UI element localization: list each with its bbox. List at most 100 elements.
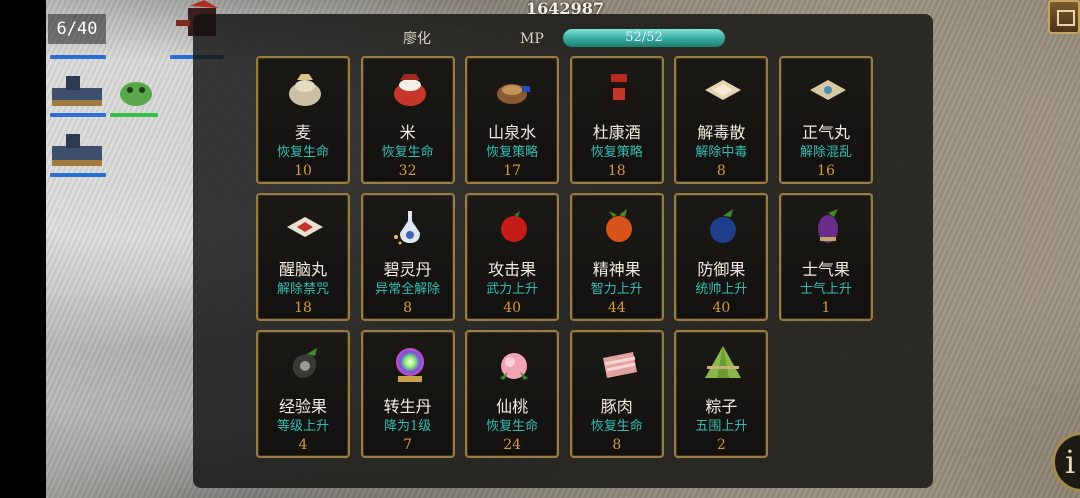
cavalry-hp-bar — [50, 113, 106, 117]
item-name: 杜康酒 — [592, 123, 641, 142]
item-effect: 武力上升 — [486, 282, 539, 297]
item-name: 正气丸 — [801, 123, 850, 142]
item-effect: 统帅上升 — [695, 282, 748, 297]
item-card[interactable]: 精神果智力上升 44 — [569, 193, 664, 321]
wine-jar-icon — [599, 70, 639, 110]
purple-fruit-icon — [808, 207, 848, 247]
item-effect: 五围上升 — [695, 419, 748, 434]
item-effect: 士气上升 — [799, 282, 852, 297]
system-menu-icon[interactable] — [1048, 0, 1080, 34]
item-card[interactable]: 醒脑丸解除禁咒 18 — [256, 193, 350, 321]
item-card[interactable]: 仙桃恢复生命 24 — [465, 330, 560, 458]
item-quantity: 40 — [503, 300, 522, 316]
ally-unit-sprite[interactable] — [48, 128, 106, 170]
item-effect: 解除禁咒 — [276, 282, 329, 297]
item-card[interactable]: 士气果士气上升 1 — [778, 193, 873, 321]
pill-packet-icon — [808, 70, 848, 110]
item-quantity: 8 — [716, 163, 726, 179]
mp-bar: 52/52 — [563, 29, 725, 47]
item-effect: 恢复生命 — [381, 145, 434, 160]
item-quantity: 18 — [607, 163, 626, 179]
item-name: 豚肉 — [600, 397, 633, 416]
item-card[interactable]: 麦恢复生命 10 — [256, 56, 350, 184]
unit-hp-bar — [50, 55, 106, 59]
item-quantity: 32 — [398, 163, 417, 179]
item-card[interactable]: 豚肉恢复生命 8 — [569, 330, 664, 458]
powder-packet-icon — [703, 70, 743, 110]
item-name: 米 — [399, 123, 416, 142]
item-name: 碧灵丹 — [383, 260, 432, 279]
item-quantity: 2 — [716, 437, 726, 453]
item-effect: 恢复策略 — [590, 145, 643, 160]
mp-label: MP — [520, 31, 544, 47]
item-quantity: 24 — [503, 437, 522, 453]
item-quantity: 8 — [612, 437, 622, 453]
item-quantity: 17 — [503, 163, 522, 179]
item-effect: 恢复策略 — [486, 145, 539, 160]
character-name: 廖化 — [403, 31, 431, 47]
item-name: 粽子 — [705, 397, 738, 416]
item-card[interactable]: 碧灵丹异常全解除 8 — [360, 193, 455, 321]
item-effect: 恢复生命 — [486, 419, 539, 434]
rice-dumpling-icon — [703, 344, 743, 384]
item-card[interactable]: 米恢复生命 32 — [360, 56, 455, 184]
item-name: 麦 — [294, 123, 311, 142]
item-quantity: 1 — [821, 300, 831, 316]
item-card[interactable]: 杜康酒恢复策略 18 — [569, 56, 664, 184]
item-card[interactable]: 正气丸解除混乱 16 — [778, 56, 873, 184]
item-name: 攻击果 — [488, 260, 537, 279]
item-card[interactable]: 解毒散解除中毒 8 — [674, 56, 769, 184]
item-effect: 智力上升 — [590, 282, 643, 297]
item-name: 转生丹 — [383, 397, 432, 416]
water-gourd-icon — [494, 70, 534, 110]
dark-fruit-icon — [285, 344, 325, 384]
item-card[interactable]: 粽子五围上升 2 — [674, 330, 769, 458]
item-quantity: 10 — [294, 163, 312, 179]
item-card[interactable]: 转生丹降为1级 7 — [360, 330, 455, 458]
item-effect: 等级上升 — [276, 419, 329, 434]
item-quantity: 7 — [403, 437, 413, 453]
item-card[interactable]: 攻击果武力上升 40 — [465, 193, 560, 321]
item-name: 醒脑丸 — [278, 260, 327, 279]
item-effect: 恢复生命 — [590, 419, 643, 434]
item-effect: 解除混乱 — [799, 145, 852, 160]
item-quantity: 18 — [294, 300, 312, 316]
item-name: 精神果 — [592, 260, 641, 279]
rice-bag-icon — [390, 70, 430, 110]
unit-count: 6/40 — [48, 14, 106, 44]
red-pill-packet-icon — [285, 207, 325, 247]
item-card[interactable]: 防御果统帅上升 40 — [674, 193, 769, 321]
item-effect: 降为1级 — [383, 419, 432, 434]
item-quantity: 16 — [817, 163, 835, 179]
item-name: 山泉水 — [488, 123, 537, 142]
item-name: 经验果 — [278, 397, 327, 416]
blue-fruit-icon — [703, 207, 743, 247]
cavalry-unit-sprite[interactable] — [48, 70, 106, 110]
item-name: 解毒散 — [697, 123, 746, 142]
green-unit-hp-bar — [110, 113, 158, 117]
item-quantity: 40 — [712, 300, 731, 316]
item-card[interactable]: 山泉水恢复策略 17 — [465, 56, 560, 184]
ally-hp-bar — [50, 173, 106, 177]
porcelain-vase-icon — [390, 207, 430, 247]
item-quantity: 4 — [298, 437, 308, 453]
peach-icon — [494, 344, 534, 384]
item-name: 仙桃 — [496, 397, 529, 416]
item-card[interactable]: 经验果等级上升 4 — [256, 330, 350, 458]
item-quantity: 44 — [607, 300, 626, 316]
letterbox — [0, 0, 46, 498]
red-fruit-icon — [494, 207, 534, 247]
green-unit-sprite[interactable] — [112, 76, 160, 110]
item-name: 防御果 — [697, 260, 746, 279]
mp-value: 52/52 — [625, 30, 663, 45]
item-effect: 恢复生命 — [276, 145, 329, 160]
orange-fruit-icon — [599, 207, 639, 247]
item-name: 士气果 — [801, 260, 850, 279]
item-grid: 麦恢复生命 10 米恢复生命 32 山泉水 恢复策略 17 杜康酒 恢复策略 18 解毒散 解除中毒 8… — [256, 56, 876, 460]
pork-icon — [599, 344, 639, 384]
rainbow-orb-icon — [390, 344, 430, 384]
item-quantity: 8 — [403, 300, 413, 316]
item-effect: 解除中毒 — [695, 145, 748, 160]
grain-sack-icon — [285, 70, 325, 110]
item-effect: 异常全解除 — [375, 282, 441, 297]
